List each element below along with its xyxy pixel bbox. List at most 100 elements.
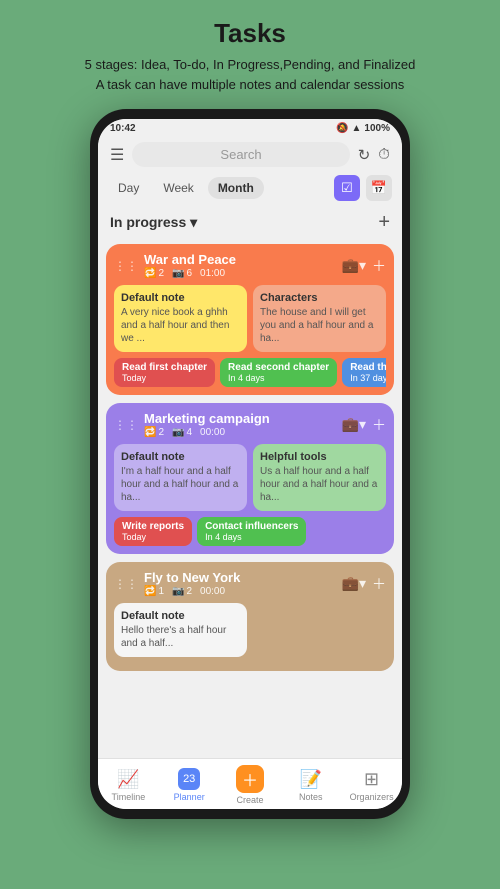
task-add-icon[interactable]: ＋ xyxy=(372,256,386,276)
nav-notes[interactable]: 📝 Notes xyxy=(286,769,336,802)
task-briefcase-icon[interactable]: 💼▾ xyxy=(342,416,366,433)
planner-icon: 23 xyxy=(178,768,200,790)
status-right: 🔕 ▲ 100% xyxy=(336,123,390,134)
task-meta: 🔁 2 📷 6 01:00 xyxy=(144,268,236,279)
session-chip-1[interactable]: Read first chapter Today xyxy=(114,358,215,387)
organizers-icon: ⊞ xyxy=(364,769,379,790)
tab-day[interactable]: Day xyxy=(108,177,149,199)
sessions-count: 📷 2 xyxy=(172,586,192,597)
note-card-default[interactable]: Default note I'm a half hour and a half … xyxy=(114,444,247,511)
refresh-icon[interactable]: ↻ xyxy=(358,146,371,164)
notes-icon: 📝 xyxy=(300,769,322,790)
phone-inner: 10:42 🔕 ▲ 100% ☰ Search ↻ ⏱ Day We xyxy=(98,119,402,809)
notes-grid: Default note I'm a half hour and a half … xyxy=(114,444,386,511)
session-chip-2[interactable]: Contact influencers In 4 days xyxy=(197,517,306,546)
task-name: Marketing campaign xyxy=(144,411,270,426)
drag-handle[interactable]: ⋮⋮ xyxy=(114,259,138,273)
search-placeholder: Search xyxy=(220,147,261,162)
note-text: I'm a half hour and a half hour and a ha… xyxy=(121,465,240,504)
status-time: 10:42 xyxy=(110,123,136,134)
session-chips: Read first chapter Today Read second cha… xyxy=(114,358,386,387)
note-title: Characters xyxy=(260,292,379,304)
tab-month[interactable]: Month xyxy=(208,177,264,199)
task-briefcase-icon[interactable]: 💼▾ xyxy=(342,575,366,592)
top-bar-icons: ↻ ⏱ xyxy=(358,146,390,164)
page-header: Tasks 5 stages: Idea, To-do, In Progress… xyxy=(65,0,436,104)
session-chip-2[interactable]: Read second chapter In 4 days xyxy=(220,358,337,387)
nav-planner[interactable]: 23 Planner xyxy=(164,768,214,802)
notes-count: 🔁 2 xyxy=(144,268,164,279)
calendar-view-icon[interactable]: 📅 xyxy=(366,175,392,201)
nav-label-create: Create xyxy=(236,795,263,805)
task-name: War and Peace xyxy=(144,252,236,267)
task-add-icon[interactable]: ＋ xyxy=(372,574,386,594)
section-header: In progress ▾ + xyxy=(98,205,402,240)
note-card-default[interactable]: Default note Hello there's a half hour a… xyxy=(114,603,247,657)
task-actions: 💼▾ ＋ xyxy=(342,574,386,594)
task-card-marketing: ⋮⋮ Marketing campaign 🔁 2 📷 4 00:00 💼▾ xyxy=(106,403,394,554)
sessions-count: 📷 6 xyxy=(172,268,192,279)
top-bar: ☰ Search ↻ ⏱ xyxy=(98,138,402,171)
note-text: Hello there's a half hour and a half... xyxy=(121,624,240,650)
note-title: Default note xyxy=(121,610,240,622)
task-add-icon[interactable]: ＋ xyxy=(372,415,386,435)
menu-icon[interactable]: ☰ xyxy=(110,145,124,165)
note-title: Default note xyxy=(121,451,240,463)
task-meta: 🔁 2 📷 4 00:00 xyxy=(144,427,270,438)
task-card-fly-new-york: ⋮⋮ Fly to New York 🔁 1 📷 2 00:00 💼▾ xyxy=(106,562,394,671)
note-card-tools[interactable]: Helpful tools Us a half hour and a half … xyxy=(253,444,386,511)
phone-frame: 10:42 🔕 ▲ 100% ☰ Search ↻ ⏱ Day We xyxy=(90,109,410,819)
checklist-icon[interactable]: ☑ xyxy=(334,175,360,201)
task-time: 00:00 xyxy=(200,586,225,597)
search-box[interactable]: Search xyxy=(132,142,349,167)
task-time: 00:00 xyxy=(200,427,225,438)
task-title-row: ⋮⋮ Marketing campaign 🔁 2 📷 4 00:00 xyxy=(114,411,270,438)
note-card-characters[interactable]: Characters The house and I will get you … xyxy=(253,285,386,352)
task-card-header: ⋮⋮ War and Peace 🔁 2 📷 6 01:00 💼▾ xyxy=(114,252,386,279)
nav-label-timeline: Timeline xyxy=(112,792,146,802)
drag-handle[interactable]: ⋮⋮ xyxy=(114,577,138,591)
nav-label-planner: Planner xyxy=(174,792,205,802)
section-title[interactable]: In progress ▾ xyxy=(110,214,197,231)
nav-label-notes: Notes xyxy=(299,792,323,802)
nav-timeline[interactable]: 📈 Timeline xyxy=(103,769,153,802)
bottom-nav: 📈 Timeline 23 Planner ＋ Create 📝 Notes ⊞… xyxy=(98,758,402,809)
tab-week[interactable]: Week xyxy=(153,177,203,199)
nav-label-organizers: Organizers xyxy=(350,792,394,802)
nav-create[interactable]: ＋ Create xyxy=(225,765,275,805)
nav-organizers[interactable]: ⊞ Organizers xyxy=(347,769,397,802)
page-title: Tasks xyxy=(85,18,416,49)
notes-count: 🔁 1 xyxy=(144,586,164,597)
notes-grid: Default note Hello there's a half hour a… xyxy=(114,603,386,657)
date-tab-icons: ☑ 📅 xyxy=(334,175,392,201)
note-title: Default note xyxy=(121,292,240,304)
sessions-count: 📷 4 xyxy=(172,427,192,438)
notes-grid: Default note A very nice book a ghhh and… xyxy=(114,285,386,352)
task-meta: 🔁 1 📷 2 00:00 xyxy=(144,586,240,597)
task-title-row: ⋮⋮ Fly to New York 🔁 1 📷 2 00:00 xyxy=(114,570,240,597)
page-subtitle: 5 stages: Idea, To-do, In Progress,Pendi… xyxy=(85,55,416,94)
note-title: Helpful tools xyxy=(260,451,379,463)
task-card-header: ⋮⋮ Fly to New York 🔁 1 📷 2 00:00 💼▾ xyxy=(114,570,386,597)
session-chip-3[interactable]: Read th... In 37 day... xyxy=(342,358,386,387)
notes-count: 🔁 2 xyxy=(144,427,164,438)
section-add-button[interactable]: + xyxy=(378,211,390,234)
note-card-default[interactable]: Default note A very nice book a ghhh and… xyxy=(114,285,247,352)
task-briefcase-icon[interactable]: 💼▾ xyxy=(342,257,366,274)
date-tabs: Day Week Month ☑ 📅 xyxy=(98,171,402,205)
create-icon: ＋ xyxy=(236,765,264,793)
session-chip-1[interactable]: Write reports Today xyxy=(114,517,192,546)
drag-handle[interactable]: ⋮⋮ xyxy=(114,418,138,432)
session-chips: Write reports Today Contact influencers … xyxy=(114,517,386,546)
timeline-icon: 📈 xyxy=(117,769,139,790)
timer-icon[interactable]: ⏱ xyxy=(378,146,390,163)
task-name: Fly to New York xyxy=(144,570,240,585)
wifi-icon: ▲ xyxy=(352,123,362,134)
note-text: Us a half hour and a half hour and a hal… xyxy=(260,465,379,504)
task-actions: 💼▾ ＋ xyxy=(342,415,386,435)
status-bar: 10:42 🔕 ▲ 100% xyxy=(98,119,402,138)
task-title-row: ⋮⋮ War and Peace 🔁 2 📷 6 01:00 xyxy=(114,252,236,279)
signal-icon: 🔕 xyxy=(336,123,348,134)
note-text: A very nice book a ghhh and a half hour … xyxy=(121,306,240,345)
task-actions: 💼▾ ＋ xyxy=(342,256,386,276)
